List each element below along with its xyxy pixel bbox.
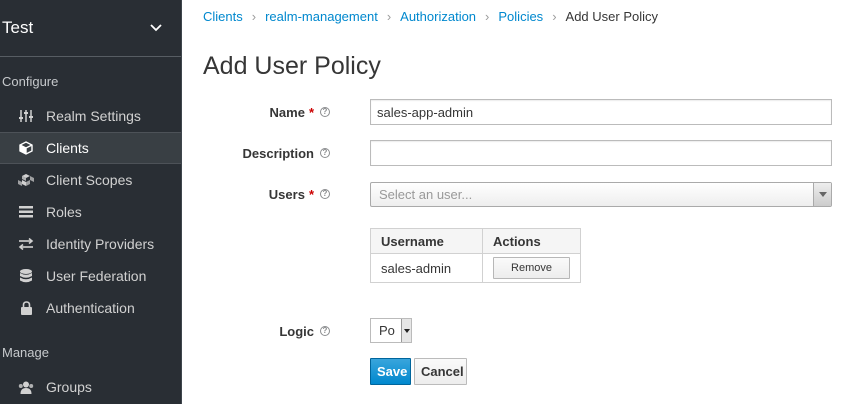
manage-section-title: Manage	[2, 345, 49, 360]
name-label: Name * ?	[270, 99, 330, 125]
breadcrumb-current: Add User Policy	[565, 8, 659, 24]
logic-label: Logic ?	[279, 318, 330, 344]
sidebar-item-realm-settings[interactable]: Realm Settings	[0, 100, 181, 132]
sidebar-item-label: Roles	[46, 204, 82, 220]
sidebar: Test Configure Realm Settings Clients Cl…	[0, 0, 182, 404]
breadcrumb-clients[interactable]: Clients	[203, 9, 243, 24]
table-row: sales-admin Remove	[370, 253, 581, 283]
name-input[interactable]	[370, 99, 832, 125]
breadcrumb-separator-icon: ›	[251, 8, 257, 24]
description-input[interactable]	[370, 140, 832, 166]
sidebar-item-client-scopes[interactable]: Client Scopes	[0, 164, 181, 196]
description-label: Description ?	[242, 140, 330, 166]
actions-cell: Remove	[482, 253, 581, 283]
logic-select[interactable]: Po	[370, 318, 412, 343]
breadcrumb-realm-management[interactable]: realm-management	[265, 9, 378, 24]
realm-name: Test	[2, 18, 34, 37]
breadcrumb-authorization[interactable]: Authorization	[400, 9, 476, 24]
remove-button[interactable]: Remove	[493, 257, 570, 279]
sidebar-item-label: Clients	[46, 140, 89, 156]
sidebar-item-label: Authentication	[46, 300, 135, 316]
logic-label-text: Logic	[279, 323, 314, 339]
cube-icon	[17, 139, 35, 157]
column-header-actions: Actions	[482, 228, 581, 254]
help-icon[interactable]: ?	[320, 107, 330, 117]
sliders-icon	[17, 107, 35, 125]
exchange-icon	[17, 235, 35, 253]
sidebar-item-label: Realm Settings	[46, 108, 141, 124]
logic-select-value: Po	[379, 323, 395, 338]
sidebar-item-user-federation[interactable]: User Federation	[0, 260, 181, 292]
users-select-placeholder: Select an user...	[379, 187, 473, 202]
name-label-text: Name	[269, 104, 305, 120]
dropdown-arrow-icon	[813, 183, 831, 206]
sidebar-item-identity-providers[interactable]: Identity Providers	[0, 228, 181, 260]
required-marker: *	[308, 186, 314, 202]
database-icon	[17, 267, 35, 285]
sidebar-item-clients[interactable]: Clients	[0, 132, 181, 164]
realm-selector[interactable]: Test	[0, 0, 181, 57]
breadcrumb-policies[interactable]: Policies	[498, 9, 543, 24]
sidebar-item-authentication[interactable]: Authentication	[0, 292, 181, 324]
cubes-icon	[17, 171, 35, 189]
page-title: Add User Policy	[203, 52, 381, 80]
lock-icon	[17, 299, 35, 317]
chevron-down-icon	[149, 21, 163, 35]
breadcrumb-separator-icon: ›	[552, 8, 557, 24]
breadcrumb-separator-icon: ›	[386, 8, 392, 24]
users-label: Users * ?	[269, 181, 330, 207]
users-select[interactable]: Select an user...	[370, 182, 832, 207]
sidebar-item-groups[interactable]: Groups	[0, 371, 181, 403]
breadcrumb: Clients › realm-management › Authorizati…	[203, 8, 658, 24]
sidebar-item-label: User Federation	[46, 268, 147, 284]
help-icon[interactable]: ?	[320, 148, 330, 158]
sidebar-item-roles[interactable]: Roles	[0, 196, 181, 228]
configure-section-title: Configure	[2, 74, 59, 89]
cancel-button[interactable]: Cancel	[414, 358, 467, 385]
required-marker: *	[308, 104, 314, 120]
save-button[interactable]: Save	[370, 358, 411, 385]
table-header-row: Username Actions	[370, 228, 581, 254]
help-icon[interactable]: ?	[320, 189, 330, 199]
sidebar-item-label: Client Scopes	[46, 172, 133, 188]
help-icon[interactable]: ?	[320, 326, 330, 336]
sidebar-item-label: Groups	[46, 379, 92, 395]
description-label-text: Description	[242, 145, 314, 161]
sidebar-item-label: Identity Providers	[46, 236, 155, 252]
users-icon	[17, 378, 35, 396]
users-table: Username Actions sales-admin Remove	[370, 228, 581, 283]
users-label-text: Users	[268, 186, 305, 202]
breadcrumb-separator-icon: ›	[485, 8, 490, 24]
username-cell: sales-admin	[370, 253, 483, 283]
column-header-username: Username	[370, 228, 483, 254]
dropdown-arrow-icon	[401, 319, 411, 342]
list-icon	[17, 203, 35, 221]
